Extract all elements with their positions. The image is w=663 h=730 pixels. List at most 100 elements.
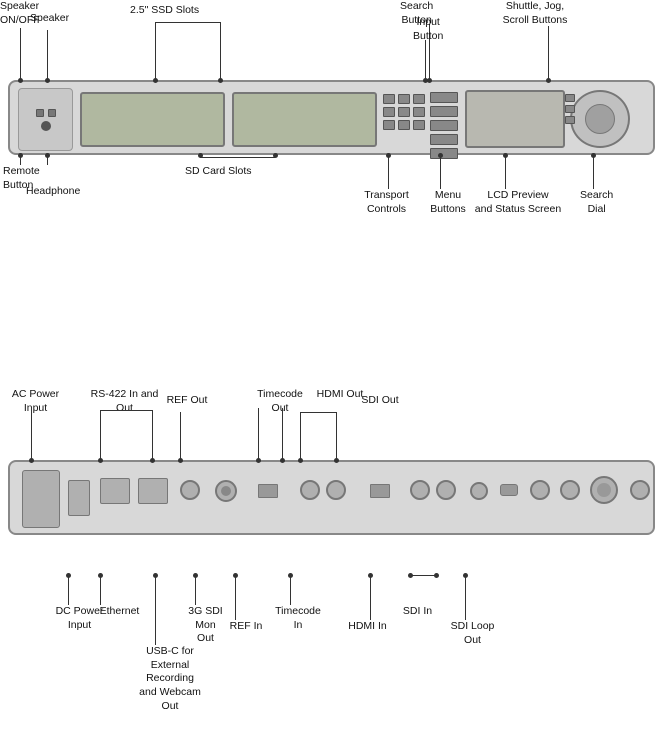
side-btn1 bbox=[565, 94, 575, 102]
dot-sd-l bbox=[198, 153, 203, 158]
label-shuttle: Shuttle, Jog,Scroll Buttons bbox=[490, 0, 580, 27]
t-btn7 bbox=[383, 120, 395, 130]
hdmi-in-connector bbox=[370, 484, 390, 498]
rs422-1-connector bbox=[100, 478, 130, 504]
line-input-btn bbox=[425, 40, 426, 80]
line-timecode-in bbox=[290, 575, 291, 605]
rs422-2-connector bbox=[138, 478, 168, 504]
btn2 bbox=[48, 109, 56, 117]
dot-sdi-loop bbox=[463, 573, 468, 578]
timecode-in-connector bbox=[590, 476, 618, 504]
label-transport: TransportControls bbox=[354, 189, 419, 216]
menu-btn4 bbox=[430, 134, 458, 145]
t-btn9 bbox=[413, 120, 425, 130]
line-sdi-in-h bbox=[410, 575, 436, 576]
line-ref-out bbox=[180, 412, 181, 460]
dc-power-connector bbox=[470, 482, 488, 500]
dot-sdi-out-l bbox=[298, 458, 303, 463]
t-btn2 bbox=[398, 94, 410, 104]
label-speaker: Speaker bbox=[30, 12, 69, 26]
timecode-out-connector bbox=[215, 480, 237, 502]
dot-sdi-out-r bbox=[334, 458, 339, 463]
sdi-out-connector1 bbox=[300, 480, 320, 500]
label-sdi-loop: SDI LoopOut bbox=[445, 620, 500, 647]
dot-menu-btns bbox=[438, 153, 443, 158]
dot-sdi-in-r bbox=[434, 573, 439, 578]
line-rs422-r bbox=[152, 410, 153, 460]
label-sdi-out: SDI Out bbox=[350, 394, 410, 408]
line-timecode-out bbox=[282, 408, 283, 460]
t-btn3 bbox=[413, 94, 425, 104]
menu-btn2 bbox=[430, 106, 458, 117]
label-ref-in: REF In bbox=[226, 620, 266, 634]
t-btn4 bbox=[383, 107, 395, 117]
dot-ref-in bbox=[233, 573, 238, 578]
label-3g-sdi: 3G SDIMonOut bbox=[178, 605, 233, 646]
sdi-loop-connector bbox=[630, 480, 650, 500]
line-rs422-l bbox=[100, 410, 101, 460]
usb-c-connector bbox=[500, 484, 518, 496]
dot-search-dial bbox=[591, 153, 596, 158]
device-top bbox=[8, 80, 655, 155]
line-hdmi-out bbox=[258, 408, 259, 460]
device-bottom bbox=[8, 460, 655, 535]
ref-in-connector bbox=[560, 480, 580, 500]
lcd-preview-screen bbox=[465, 90, 565, 148]
line-hdmi-in bbox=[370, 575, 371, 620]
dot-input-btn bbox=[423, 78, 428, 83]
transport-group bbox=[383, 94, 425, 130]
t-btn1 bbox=[383, 94, 395, 104]
sdi-in-connector2 bbox=[436, 480, 456, 500]
line-sdi-out-l bbox=[300, 412, 301, 460]
dot-dc-power bbox=[66, 573, 71, 578]
ref-out-connector bbox=[180, 480, 200, 500]
search-dial-wheel bbox=[570, 90, 630, 148]
line-lcd-preview bbox=[505, 155, 506, 189]
dot-hdmi-in bbox=[368, 573, 373, 578]
dot-ssd-l bbox=[153, 78, 158, 83]
power-btn bbox=[36, 109, 44, 117]
dot-rs422-l bbox=[98, 458, 103, 463]
label-ac-power: AC PowerInput bbox=[8, 388, 63, 415]
dot-sdi-in-l bbox=[408, 573, 413, 578]
label-sd: SD Card Slots bbox=[185, 165, 252, 179]
line-usb-c bbox=[155, 575, 156, 645]
3g-sdi-connector bbox=[530, 480, 550, 500]
label-timecode-in: TimecodeIn bbox=[268, 605, 328, 632]
hdmi-out-connector bbox=[258, 484, 278, 498]
line-ssd-h bbox=[155, 22, 220, 23]
dot-headphone bbox=[45, 153, 50, 158]
line-ssd-l bbox=[155, 22, 156, 80]
label-rs422: RS-422 In and Out bbox=[82, 388, 167, 415]
dot-ssd-r bbox=[218, 78, 223, 83]
lcd-right bbox=[232, 92, 377, 147]
dot-hdmi-out bbox=[256, 458, 261, 463]
line-sd-h bbox=[200, 157, 275, 158]
menu-btn5 bbox=[430, 148, 458, 159]
t-btn8 bbox=[398, 120, 410, 130]
dot-speaker-onoff bbox=[18, 78, 23, 83]
line-ethernet bbox=[100, 575, 101, 605]
line-ssd-r bbox=[220, 22, 221, 80]
line-ac-power bbox=[31, 408, 32, 460]
dot-lcd-preview bbox=[503, 153, 508, 158]
label-search-dial: SearchDial bbox=[580, 189, 613, 216]
line-shuttle bbox=[548, 26, 549, 80]
label-hdmi-in: HDMI In bbox=[340, 620, 395, 634]
line-menu-btns bbox=[440, 155, 441, 189]
line-search-dial bbox=[593, 155, 594, 189]
search-dial-inner bbox=[585, 104, 615, 134]
line-ref-in bbox=[235, 575, 236, 620]
t-btn5 bbox=[398, 107, 410, 117]
label-lcd-preview: LCD Previewand Status Screen bbox=[468, 189, 568, 216]
line-3g-sdi bbox=[195, 575, 196, 605]
label-input-btn: InputButton bbox=[413, 16, 443, 43]
dot-timecode-out bbox=[280, 458, 285, 463]
label-ssd: 2.5" SSD Slots bbox=[130, 4, 199, 18]
side-btn2 bbox=[565, 105, 575, 113]
line-dc-power bbox=[68, 575, 69, 605]
label-ethernet: Ethernet bbox=[92, 605, 147, 619]
dot-speaker bbox=[45, 78, 50, 83]
line-rs422-h bbox=[100, 410, 152, 411]
dot-ethernet bbox=[98, 573, 103, 578]
